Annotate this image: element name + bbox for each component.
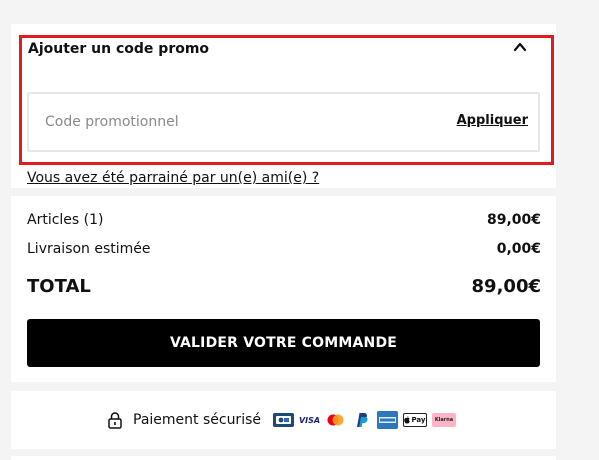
- shipping-row: Livraison estimée 0,00€: [27, 241, 541, 257]
- secure-payment-label: Paiement sécurisé: [133, 412, 261, 428]
- articles-row: Articles (1) 89,00€: [27, 212, 541, 228]
- klarna-icon: Klarna: [432, 413, 456, 427]
- promo-code-input[interactable]: [45, 109, 445, 135]
- chevron-up-icon[interactable]: [513, 40, 527, 54]
- visa-icon: VISA: [299, 413, 320, 427]
- lock-icon: [108, 412, 122, 429]
- promo-code-box: Appliquer: [27, 92, 540, 152]
- shipping-value: 0,00€: [496, 241, 541, 257]
- apply-promo-button[interactable]: Appliquer: [457, 113, 528, 128]
- total-value: 89,00€: [471, 276, 541, 297]
- paypal-icon: [351, 413, 372, 427]
- mastercard-icon: [325, 413, 346, 427]
- secure-payment-row: Paiement sécurisé VISA Pay Klarna: [11, 391, 556, 449]
- amex-icon: [377, 411, 398, 429]
- promo-title[interactable]: Ajouter un code promo: [28, 41, 209, 57]
- shipping-label: Livraison estimée: [27, 241, 151, 257]
- carte-bancaire-icon: [273, 413, 294, 427]
- articles-label: Articles (1): [27, 212, 104, 228]
- validate-order-button[interactable]: VALIDER VOTRE COMMANDE: [27, 319, 540, 367]
- order-summary-panel: Articles (1) 89,00€ Livraison estimée 0,…: [11, 196, 556, 382]
- total-row: TOTAL 89,00€: [27, 276, 541, 297]
- apple-pay-text: Pay: [411, 416, 426, 424]
- promo-panel: Ajouter un code promo Appliquer Vous ave…: [11, 24, 556, 188]
- secure-payment-panel: Paiement sécurisé VISA Pay Klarna: [11, 391, 556, 449]
- total-label: TOTAL: [27, 276, 91, 297]
- apple-pay-icon: Pay: [403, 413, 427, 427]
- bottom-panel-edge: [11, 456, 556, 460]
- referral-link[interactable]: Vous avez été parrainé par un(e) ami(e) …: [27, 170, 319, 186]
- articles-value: 89,00€: [486, 212, 541, 228]
